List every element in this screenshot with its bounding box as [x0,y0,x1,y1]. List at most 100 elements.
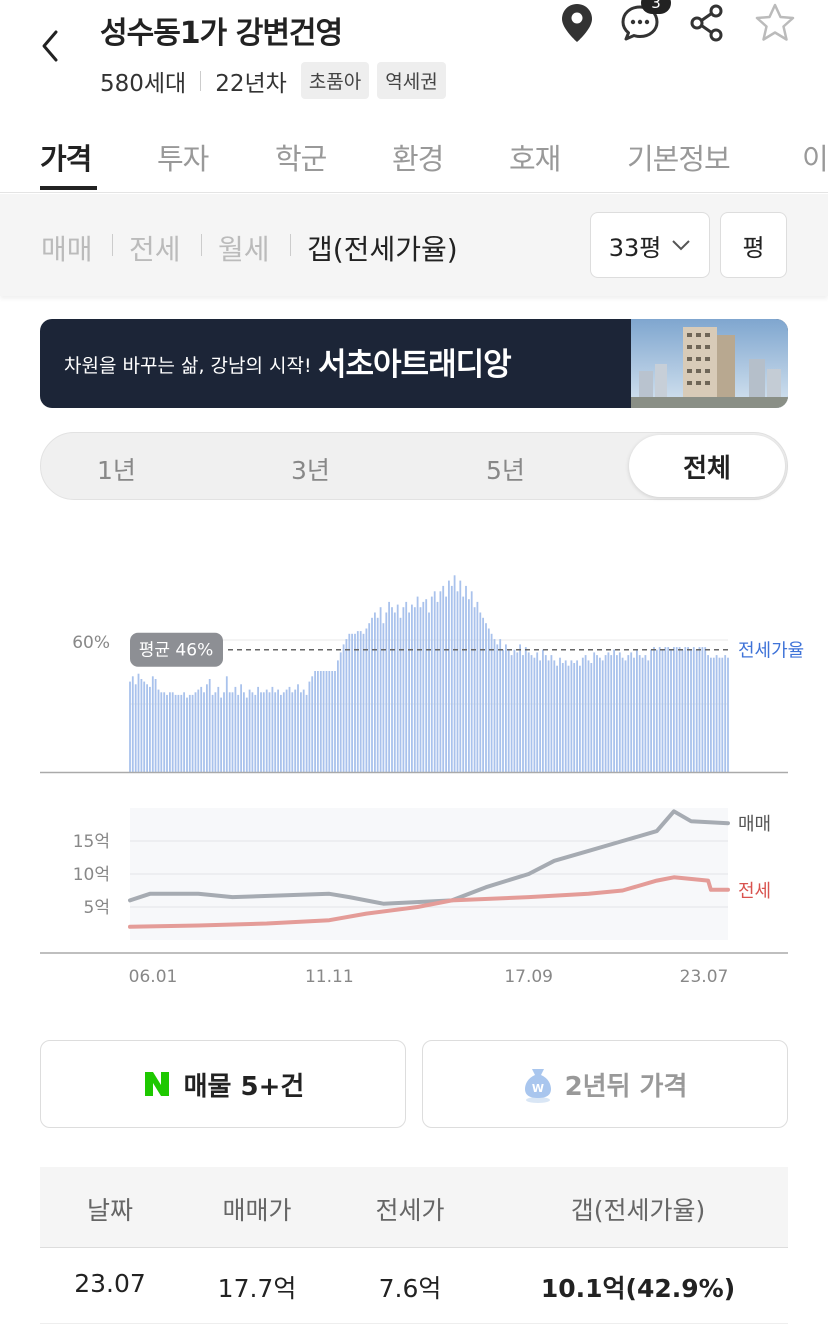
tab-basic-info[interactable]: 기본정보 [627,136,731,178]
bar [186,697,188,772]
cell-sale-price: 17.7억 [217,1274,297,1303]
tab-investment[interactable]: 투자 [157,136,209,178]
table-row[interactable]: 23.07 17.7억 7.6억 10.1억(42.9%) [40,1247,788,1324]
bar [240,684,242,772]
bar [524,647,527,772]
bar [433,591,436,772]
share-button[interactable] [684,0,730,46]
y-tick-label: 15억 [73,832,110,852]
price-chart: 60% 평균 46% 전세가율 15억 10억 5억 매매전세 06.01 11.11… [40,575,804,987]
bar [496,644,499,772]
future-price-button-label: 2년뒤 가격 [564,1071,688,1102]
tab-environment[interactable]: 환경 [392,136,444,178]
bar [468,599,470,772]
bar [268,692,271,772]
unit-toggle-button[interactable]: 평 [720,212,787,278]
period-all[interactable]: 전체 [629,435,785,497]
tab-more[interactable]: 이 [802,136,828,178]
bar [456,591,459,772]
bar [567,665,570,772]
tab-school[interactable]: 학군 [275,136,327,178]
bar [536,652,539,772]
main-tab-bar: 가격 투자 학군 환경 호재 기본정보 이 [0,128,828,193]
period-5y[interactable]: 5년 [486,451,525,487]
y-tick-label: 60% [72,633,110,653]
bar [593,652,596,772]
bar [191,694,194,772]
bar [701,647,704,772]
x-tick-label: 11.11 [305,967,354,987]
back-button[interactable] [36,28,66,64]
favorite-button[interactable] [752,0,798,46]
bar [718,657,721,772]
bar [547,660,550,772]
households: 580세대 [100,70,187,97]
bar [297,684,299,772]
bar [684,647,687,772]
period-3y[interactable]: 3년 [291,451,330,487]
bar [695,649,698,772]
bar [200,686,203,772]
bar [151,676,154,772]
listings-button[interactable]: 매물 5+건 [40,1040,406,1128]
bar [499,639,502,772]
bar [245,697,248,772]
bar [408,612,410,772]
back-arrow-icon [42,30,58,62]
bar [322,671,325,772]
trade-type-monthly[interactable]: 월세 [218,228,270,268]
banner-building-image [631,319,788,408]
bar [516,652,519,772]
bar [325,671,328,772]
bar [727,657,729,772]
bar [385,612,388,772]
bar [655,649,658,772]
bar [579,665,581,772]
bar [362,633,365,772]
bar [479,612,482,772]
bar [339,652,342,772]
bar [519,644,521,772]
trade-type-jeonse[interactable]: 전세 [129,228,181,268]
bar [553,660,556,772]
bar [687,647,689,772]
bar [459,580,462,772]
divider [290,234,291,256]
bar [704,647,707,772]
size-select[interactable]: 33평 [590,212,710,278]
tab-development[interactable]: 호재 [509,136,561,178]
bar [214,692,217,772]
future-price-button[interactable]: W 2년뒤 가격 [422,1040,788,1128]
bar [590,663,593,772]
line-label: 전세 [738,881,771,902]
location-button[interactable] [554,0,600,46]
trade-type-sale[interactable]: 매매 [41,228,93,268]
bar [188,694,191,772]
price-table-header: 날짜 매매가 전세가 갭(전세가율) [40,1167,788,1248]
bar [399,617,402,772]
bar [436,601,439,772]
trade-type-gap[interactable]: 갭(전세가율) [307,228,458,268]
bar [171,692,174,772]
bar [328,671,331,772]
bar [453,575,456,772]
bar [251,692,254,772]
bar [374,612,376,772]
divider [201,234,202,256]
svg-text:W: W [532,1082,544,1095]
ad-banner[interactable]: 차원을 바꾸는 삶, 강남의 시작! 서초아트래디앙 [40,319,788,408]
bar [300,692,302,772]
share-icon [690,4,723,42]
period-1y[interactable]: 1년 [97,451,136,487]
bar [564,660,567,772]
active-tab-indicator [40,186,97,190]
bar [342,644,345,772]
bar [368,623,371,772]
location-pin-icon [562,4,592,42]
bar [129,681,131,772]
tab-price[interactable]: 가격 [40,136,92,178]
bar [197,689,200,772]
bar [670,649,672,772]
bar-series [129,575,729,772]
listings-button-label: 매물 5+건 [183,1071,305,1102]
